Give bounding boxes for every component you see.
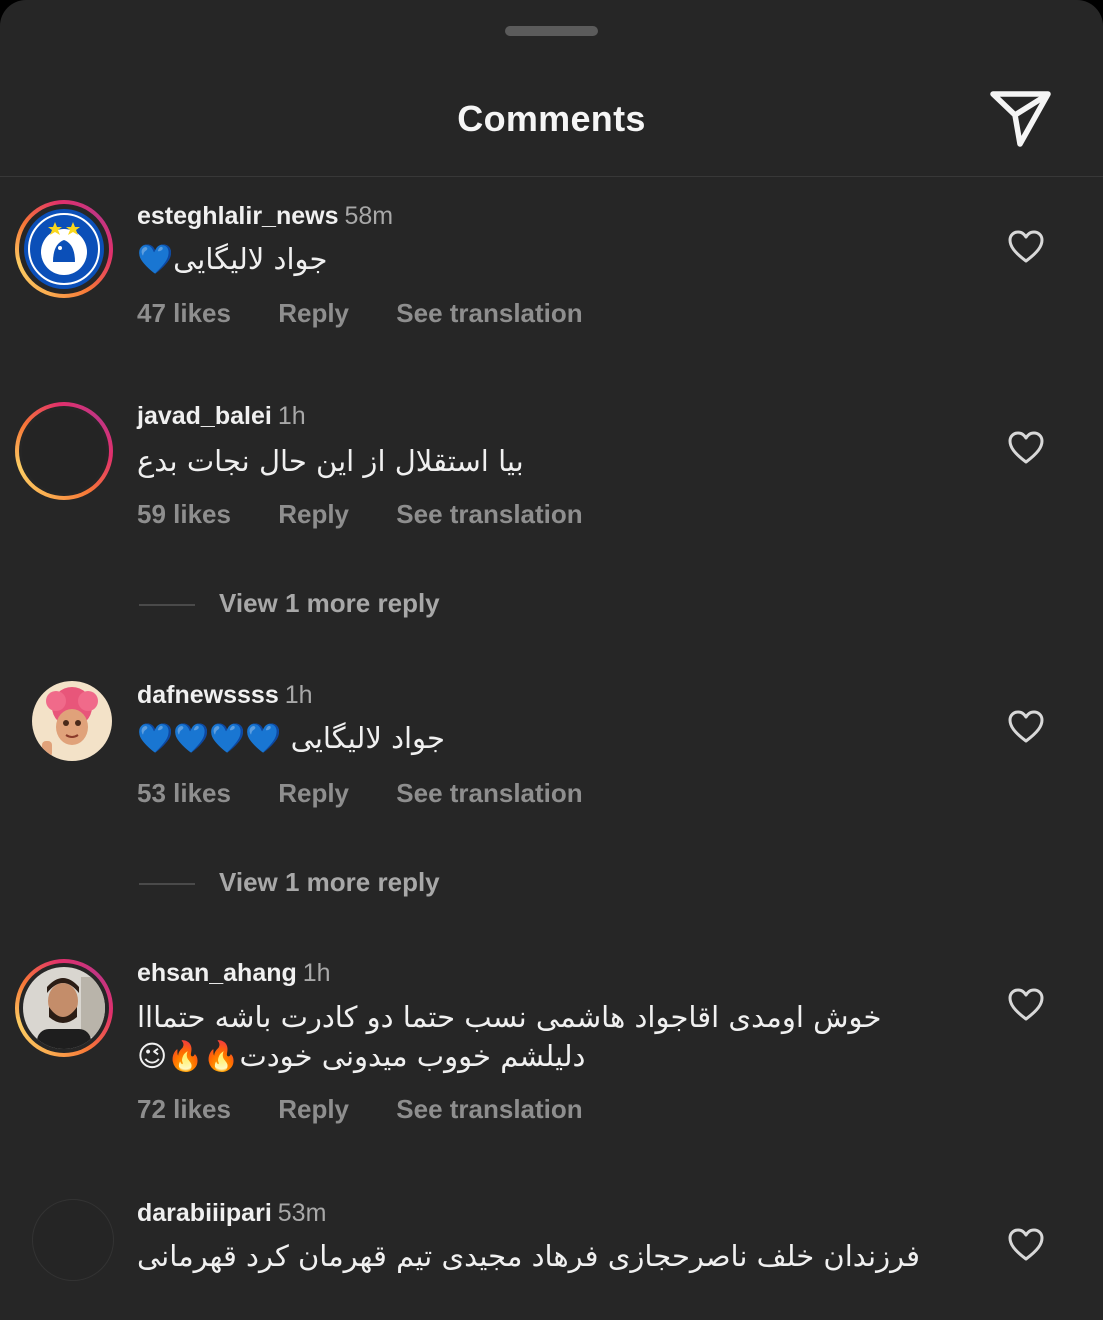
header-divider <box>0 176 1103 177</box>
comment-time: 58m <box>344 202 394 230</box>
comment-text: جواد لالیگایی💙 <box>137 242 328 276</box>
comment-text-line: خوش اومدی اقاجواد هاشمی نسب حتما دو کادر… <box>137 1000 882 1034</box>
see-translation-link[interactable]: See translation <box>396 778 582 808</box>
comment-username[interactable]: ehsan_ahang 1h <box>137 959 331 988</box>
comment-username[interactable]: dafnewssss 1h <box>137 681 313 710</box>
comment-actions: 47 likes Reply See translation <box>137 298 623 329</box>
comment-time: 53m <box>277 1199 327 1227</box>
likes-count[interactable]: 47 likes <box>137 298 231 328</box>
comment-username[interactable]: darabiiipari 53m <box>137 1199 326 1228</box>
heart-outline-icon[interactable] <box>1008 988 1044 1022</box>
comment-time: 1h <box>284 681 313 709</box>
comment-username[interactable]: esteghlalir_news 58m <box>137 202 393 231</box>
comment-time: 1h <box>277 402 306 430</box>
view-more-replies[interactable]: View 1 more reply <box>139 867 440 898</box>
drag-handle[interactable] <box>505 26 598 36</box>
see-translation-link[interactable]: See translation <box>396 499 582 529</box>
avatar[interactable] <box>15 200 113 298</box>
likes-count[interactable]: 59 likes <box>137 499 231 529</box>
heart-outline-icon[interactable] <box>1008 710 1044 744</box>
reply-button[interactable]: Reply <box>278 778 349 808</box>
comment-text: جواد لالیگایی 💙💙💙💙 <box>137 721 445 755</box>
view-more-replies[interactable]: View 1 more reply <box>139 588 440 619</box>
likes-count[interactable]: 72 likes <box>137 1094 231 1124</box>
comment-text: بیا استقلال از این حال نجات بدع <box>137 444 524 478</box>
profile-photo-icon <box>23 967 105 1049</box>
share-send-icon[interactable] <box>988 88 1054 150</box>
cartoon-avatar-icon <box>32 681 112 761</box>
comment-actions: 53 likes Reply See translation <box>137 778 623 809</box>
thread-line <box>139 604 195 607</box>
comment-text-line: دلیلشم خووب میدونی خودت🔥🔥😉 <box>137 1039 586 1073</box>
page-title: Comments <box>457 98 646 139</box>
esteghlal-logo-icon <box>24 209 104 289</box>
heart-outline-icon[interactable] <box>1008 431 1044 465</box>
comment-actions: 72 likes Reply See translation <box>137 1094 623 1125</box>
avatar[interactable] <box>15 402 113 500</box>
reply-button[interactable]: Reply <box>278 298 349 328</box>
avatar[interactable] <box>15 959 113 1057</box>
avatar[interactable] <box>32 1199 114 1281</box>
comment-text: فرزندان خلف ناصرحجازی فرهاد مجیدی تیم قه… <box>137 1239 920 1273</box>
reply-button[interactable]: Reply <box>278 1094 349 1124</box>
comment-time: 1h <box>302 959 331 987</box>
heart-outline-icon[interactable] <box>1008 1228 1044 1262</box>
comments-sheet: Comments esteghlalir_news 58m جواد لالیگ… <box>0 0 1103 1320</box>
likes-count[interactable]: 53 likes <box>137 778 231 808</box>
reply-button[interactable]: Reply <box>278 499 349 529</box>
comment-actions: 59 likes Reply See translation <box>137 499 623 530</box>
see-translation-link[interactable]: See translation <box>396 298 582 328</box>
see-translation-link[interactable]: See translation <box>396 1094 582 1124</box>
comment-username[interactable]: javad_balei 1h <box>137 402 306 431</box>
avatar[interactable] <box>32 681 112 761</box>
thread-line <box>139 883 195 886</box>
heart-outline-icon[interactable] <box>1008 230 1044 264</box>
